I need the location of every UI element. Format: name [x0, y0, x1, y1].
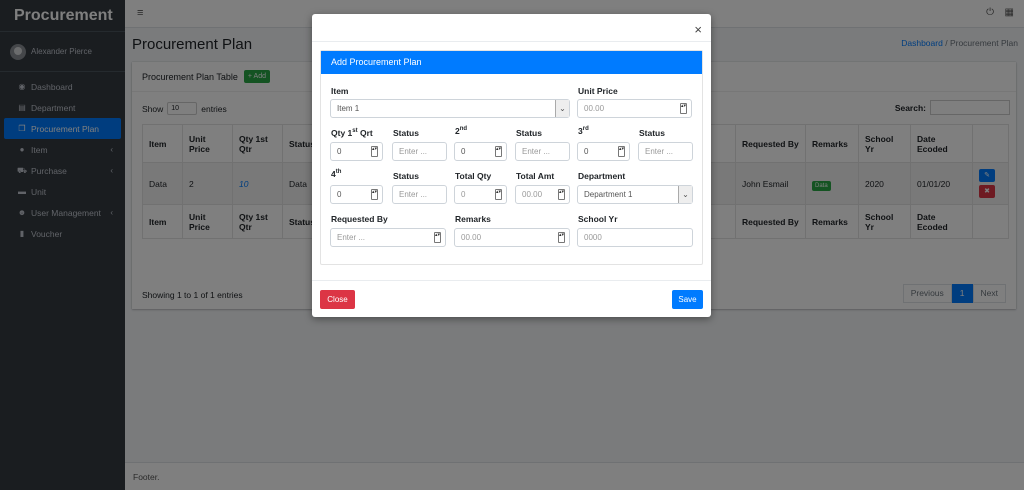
qty3-label-sup: rd [582, 126, 589, 133]
status3-placeholder: Enter ... [645, 147, 674, 156]
remarks-label: Remarks [455, 214, 491, 224]
requested-by-label: Requested By [331, 214, 388, 224]
close-button[interactable]: Close [320, 290, 355, 309]
remarks-input[interactable]: 00.00 ▴▾ [454, 228, 570, 247]
total-qty-value: 0 [461, 190, 466, 199]
department-label: Department [578, 171, 626, 181]
stepper-icon[interactable]: ▴▾ [495, 189, 502, 200]
remarks-placeholder: 00.00 [461, 233, 482, 242]
total-amt-value: 00.00 [522, 190, 543, 199]
total-amt-label: Total Amt [516, 171, 555, 181]
school-yr-label: School Yr [578, 214, 618, 224]
qty4-label-sup: th [335, 169, 342, 176]
modal-form-card: Add Procurement Plan Item Item 1 ⌄ Unit P… [320, 50, 703, 265]
status4-placeholder: Enter ... [399, 190, 428, 199]
qty4-value: 0 [337, 190, 342, 199]
qty4-label: 4th [331, 169, 341, 179]
stepper-icon[interactable]: ▴▾ [558, 189, 565, 200]
qty2-input[interactable]: 0 ▴▾ [454, 142, 507, 161]
qty4-input[interactable]: 0 ▴▾ [330, 185, 383, 204]
department-select[interactable]: Department 1 ⌄ [577, 185, 693, 204]
modal-footer-divider [312, 280, 711, 281]
status4-input[interactable]: Enter ... [392, 185, 447, 204]
stepper-icon[interactable]: ▴▾ [495, 146, 502, 157]
chevron-down-icon: ⌄ [555, 100, 569, 117]
status2-placeholder: Enter ... [522, 147, 551, 156]
item-label: Item [331, 86, 349, 96]
qty1-label: Qty 1st Qrt [331, 128, 373, 138]
school-yr-placeholder: 0000 [584, 233, 602, 242]
item-select[interactable]: Item 1 ⌄ [330, 99, 570, 118]
school-yr-input[interactable]: 0000 [577, 228, 693, 247]
status1-placeholder: Enter ... [399, 147, 428, 156]
requested-by-input[interactable]: Enter ... ▴▾ [330, 228, 446, 247]
qty1-label-rest: Qrt [357, 128, 373, 138]
qty3-input[interactable]: 0 ▴▾ [577, 142, 630, 161]
status1-label: Status [393, 128, 419, 138]
add-procurement-modal: × Add Procurement Plan Item Item 1 ⌄ Unit… [312, 14, 711, 317]
stepper-icon[interactable]: ▴▾ [371, 189, 378, 200]
qty2-value: 0 [461, 147, 466, 156]
qty3-label: 3rd [578, 126, 589, 136]
unit-price-label: Unit Price [578, 86, 618, 96]
total-amt-input[interactable]: 00.00 ▴▾ [515, 185, 570, 204]
status4-label: Status [393, 171, 419, 181]
qty2-label: 2nd [455, 126, 467, 136]
stepper-icon[interactable]: ▴▾ [618, 146, 625, 157]
stepper-icon[interactable]: ▴▾ [371, 146, 378, 157]
status3-input[interactable]: Enter ... [638, 142, 693, 161]
chevron-down-icon: ⌄ [678, 186, 692, 203]
stepper-icon[interactable]: ▴▾ [558, 232, 565, 243]
qty1-value: 0 [337, 147, 342, 156]
status2-input[interactable]: Enter ... [515, 142, 570, 161]
department-select-value: Department 1 [584, 190, 633, 199]
total-qty-input[interactable]: 0 ▴▾ [454, 185, 507, 204]
qty1-label-main: Qty 1 [331, 128, 353, 138]
unit-price-placeholder: 00.00 [584, 104, 605, 113]
status3-label: Status [639, 128, 665, 138]
unit-price-input[interactable]: 00.00 ▴▾ [577, 99, 692, 118]
stepper-icon[interactable]: ▴▾ [434, 232, 441, 243]
item-select-value: Item 1 [337, 104, 360, 113]
qty3-value: 0 [584, 147, 589, 156]
modal-close-icon[interactable]: × [694, 22, 702, 37]
qty2-label-sup: nd [459, 126, 468, 133]
save-button[interactable]: Save [672, 290, 703, 309]
status1-input[interactable]: Enter ... [392, 142, 447, 161]
form-card-header: Add Procurement Plan [321, 51, 702, 74]
total-qty-label: Total Qty [455, 171, 492, 181]
modal-header-divider [312, 41, 711, 42]
qty1-input[interactable]: 0 ▴▾ [330, 142, 383, 161]
requested-by-placeholder: Enter ... [337, 233, 366, 242]
status2-label: Status [516, 128, 542, 138]
stepper-icon[interactable]: ▴▾ [680, 103, 687, 114]
